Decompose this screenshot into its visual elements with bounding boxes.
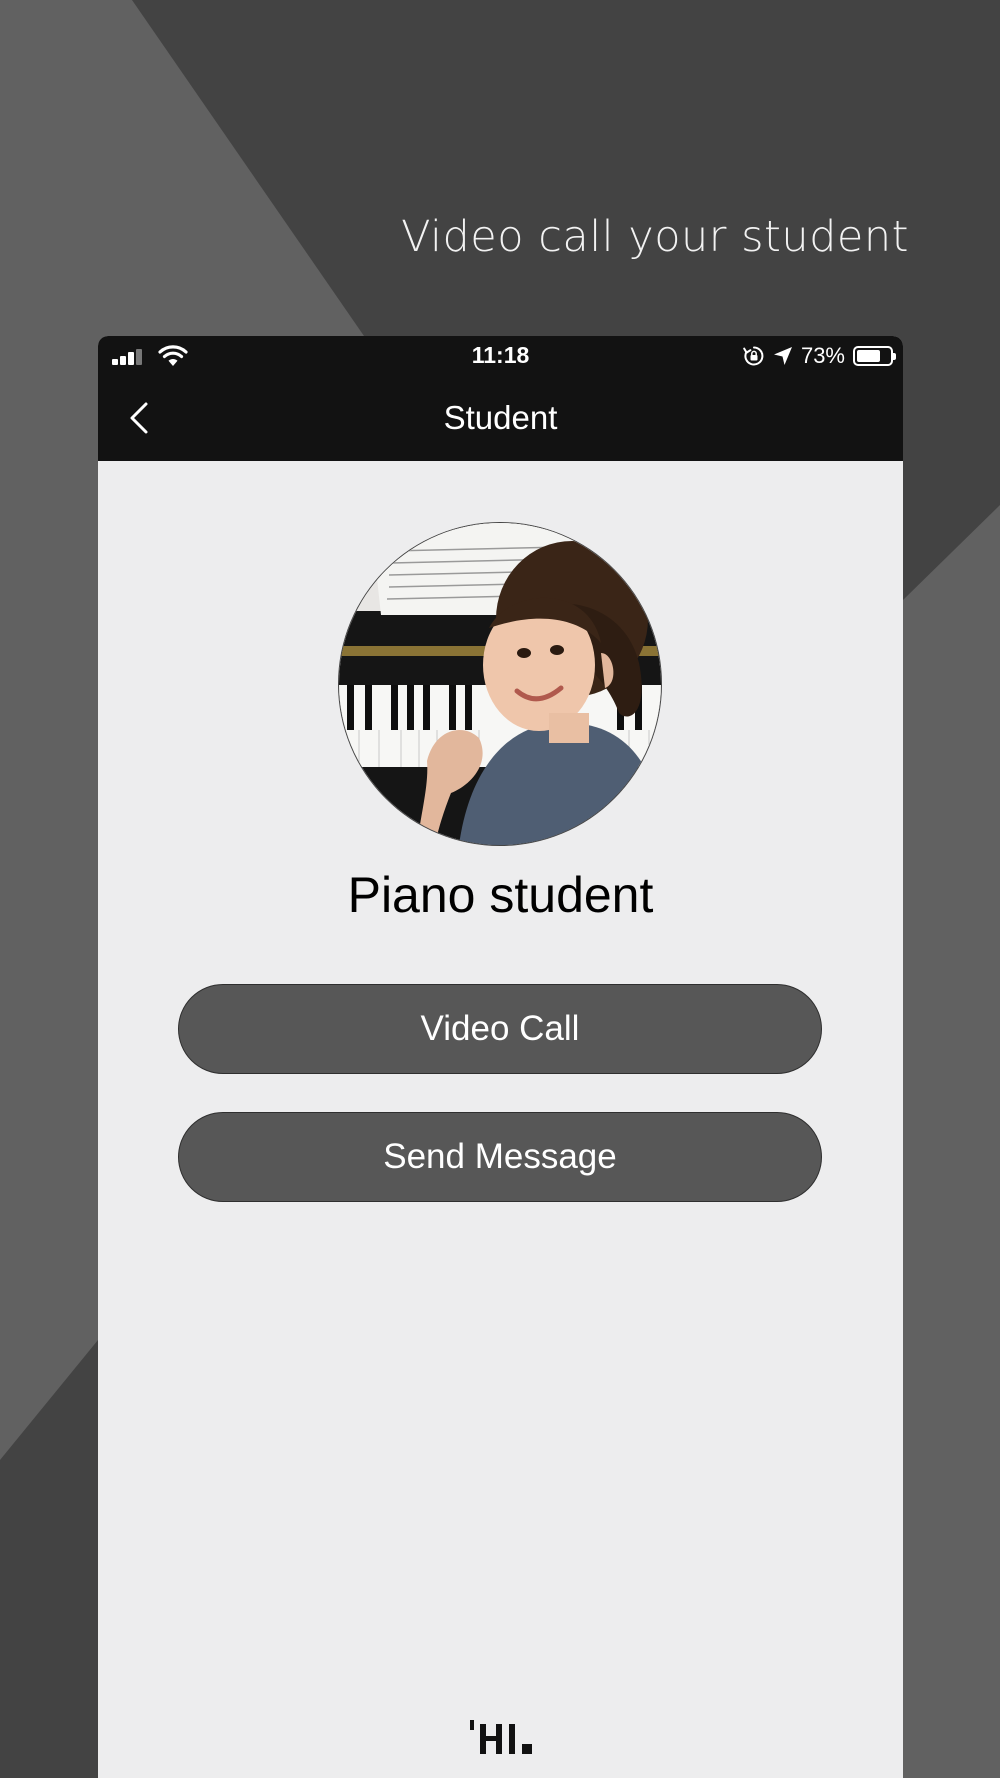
page-title: Student: [443, 399, 558, 436]
student-name: Piano student: [347, 867, 654, 923]
battery-icon: [853, 346, 896, 366]
send-message-label: Send Message: [383, 1137, 617, 1176]
phone-screen: 11:18 73% Student Piano student Video Ca…: [98, 336, 903, 1778]
video-call-label: Video Call: [420, 1009, 580, 1048]
student-avatar: [339, 523, 661, 845]
status-right-group: 73%: [743, 343, 896, 369]
rotation-lock-icon: [743, 346, 764, 366]
brand-logo: [470, 1720, 532, 1754]
location-arrow-icon: [773, 347, 792, 365]
send-message-button[interactable]: Send Message: [178, 1112, 822, 1202]
promo-caption: Video call your student: [401, 212, 909, 262]
video-call-button[interactable]: Video Call: [178, 984, 822, 1074]
status-bar: 11:18 73%: [98, 336, 903, 376]
nav-bar: Student: [98, 376, 903, 461]
battery-percent: 73%: [800, 343, 845, 368]
